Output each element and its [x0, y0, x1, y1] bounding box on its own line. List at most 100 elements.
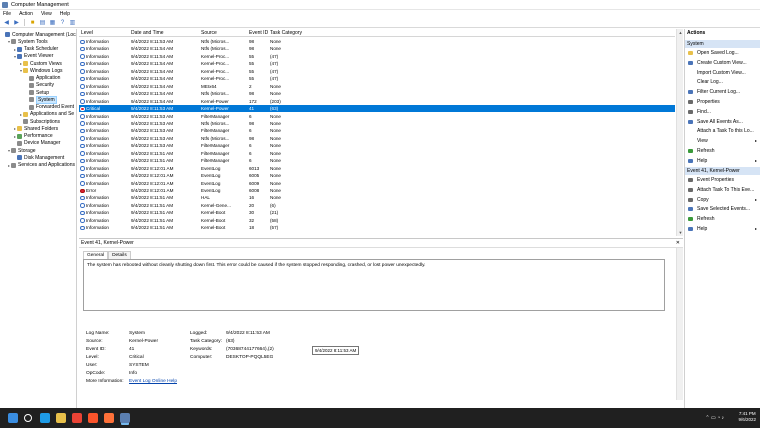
tree-item[interactable]: Device Manager	[13, 140, 60, 147]
tree-item[interactable]: ▸ Task Scheduler	[13, 46, 58, 53]
tree-item[interactable]: ▸ Services and Applications	[7, 162, 75, 169]
table-row[interactable]: Information 9/4/2022 8:11:53 AM FilterMana…	[79, 142, 675, 149]
column-source[interactable]: Source	[201, 30, 217, 36]
properties-icon[interactable]: ▦	[49, 19, 56, 26]
tree-item[interactable]: Disk Management	[13, 154, 64, 161]
cell-task: (47)	[270, 68, 279, 74]
search-icon[interactable]	[24, 414, 32, 422]
table-row[interactable]: Information 9/4/2022 8:11:54 AM Kernel-Pro…	[79, 75, 675, 82]
table-row[interactable]: Information 9/4/2022 8:12:01 AM EventLog 60…	[79, 180, 675, 187]
table-row[interactable]: Error 9/4/2022 8:12:01 AM EventLog 6008 None	[79, 187, 675, 194]
action-item[interactable]: Attach Task To This Eve...	[685, 186, 760, 194]
edge-icon[interactable]	[40, 413, 50, 423]
tree-item[interactable]: ▸ Shared Folders	[13, 125, 58, 132]
table-row[interactable]: Information 9/4/2022 8:12:01 AM EventLog 60…	[79, 165, 675, 172]
action-item[interactable]: Help ▸	[685, 157, 760, 165]
table-row[interactable]: Information 9/4/2022 8:11:53 AM Ntfs (Micr…	[79, 135, 675, 142]
action-item[interactable]: Attach a Task To this Lo...	[685, 127, 760, 135]
action-item[interactable]: Properties	[685, 98, 760, 106]
action-item[interactable]: Import Custom View...	[685, 69, 760, 77]
action-item[interactable]: Copy ▸	[685, 196, 760, 204]
tree-item[interactable]: Subscriptions	[19, 118, 60, 125]
column-task-category[interactable]: Task Category	[270, 30, 302, 36]
tree-item[interactable]: Security	[25, 82, 54, 89]
tab-details[interactable]: Details	[108, 251, 131, 259]
events-scrollbar[interactable]: ▲ ▼	[676, 29, 683, 236]
table-row[interactable]: Information 9/4/2022 8:11:51 AM FilterMana…	[79, 150, 675, 157]
menu-file[interactable]: File	[3, 11, 11, 17]
show-hide-action-pane-icon[interactable]: ▥	[69, 19, 76, 26]
tree-item[interactable]: System	[25, 95, 57, 104]
table-row[interactable]: Information 9/4/2022 8:11:54 AM Ntfs (Micr…	[79, 90, 675, 97]
close-icon[interactable]: ✕	[676, 239, 680, 248]
table-row[interactable]: Information 9/4/2022 8:11:51 AM FilterMana…	[79, 157, 675, 164]
actions-section-header[interactable]: Event 41, Kernel-Power	[685, 167, 760, 175]
back-icon[interactable]: ◀	[3, 19, 10, 26]
table-row[interactable]: Information 9/4/2022 8:11:54 AM Ntfs (Micr…	[79, 45, 675, 52]
scroll-down-icon[interactable]: ▼	[677, 229, 683, 236]
chrome-icon[interactable]	[72, 413, 82, 423]
cell-source: Kernel-Boot	[201, 217, 226, 223]
tree-item[interactable]: Computer Management (Local	[1, 31, 76, 38]
actions-section-header[interactable]: System	[685, 40, 760, 48]
table-row[interactable]: Information 9/4/2022 8:11:53 AM FilterMana…	[79, 113, 675, 120]
action-item[interactable]: Save Selected Events...	[685, 205, 760, 213]
action-item[interactable]: Save All Events As...	[685, 118, 760, 126]
tree-item[interactable]: ▸ Custom Views	[19, 60, 62, 67]
brave-icon[interactable]	[88, 413, 98, 423]
column-level[interactable]: Level	[81, 30, 93, 36]
firefox-icon[interactable]	[104, 413, 114, 423]
table-row[interactable]: Information 9/4/2022 8:11:53 AM FilterMana…	[79, 127, 675, 134]
taskbar-clock[interactable]: 7:41 PM 9/6/2022	[738, 411, 756, 423]
action-item[interactable]: Refresh	[685, 215, 760, 223]
detail-scrollbar[interactable]	[676, 248, 683, 400]
action-item[interactable]: Refresh	[685, 147, 760, 155]
forward-icon[interactable]: ▶	[13, 19, 20, 26]
table-row[interactable]: Information 9/4/2022 8:11:51 AM Kernel-Boo…	[79, 217, 675, 224]
action-item[interactable]: Clear Log...	[685, 78, 760, 86]
action-item[interactable]: Create Custom View...	[685, 59, 760, 67]
system-tray-icons[interactable]: ⌃ ▭ ◔ ♪	[705, 415, 724, 421]
scroll-up-icon[interactable]: ▲	[677, 29, 683, 36]
table-row[interactable]: Critical 9/4/2022 8:11:53 AM Kernel-Power 4…	[79, 105, 675, 113]
table-row[interactable]: Information 9/4/2022 8:11:51 AM Kernel-Boo…	[79, 224, 675, 231]
table-row[interactable]: Information 9/4/2022 8:12:01 AM EventLog 60…	[79, 172, 675, 179]
table-row[interactable]: Information 9/4/2022 8:11:54 AM Kernel-Pro…	[79, 68, 675, 75]
table-row[interactable]: Information 9/4/2022 8:11:51 AM Kernel-Gen…	[79, 202, 675, 209]
action-item[interactable]: Filter Current Log...	[685, 88, 760, 96]
table-row[interactable]: Information 9/4/2022 8:11:54 AM Kernel-Pro…	[79, 53, 675, 60]
table-row[interactable]: Information 9/4/2022 8:11:54 AM Kernel-Pro…	[79, 60, 675, 67]
action-item[interactable]: Find...	[685, 108, 760, 116]
table-row[interactable]: Information 9/4/2022 8:11:53 AM Ntfs (Micr…	[79, 120, 675, 127]
tree-item[interactable]: Application	[25, 75, 60, 82]
menu-action[interactable]: Action	[19, 11, 33, 17]
action-item[interactable]: Event Properties	[685, 176, 760, 184]
menu-view[interactable]: View	[41, 11, 52, 17]
column-event-id[interactable]: Event ID	[249, 30, 268, 36]
table-row[interactable]: Information 9/4/2022 8:11:51 AM Kernel-Boo…	[79, 209, 675, 216]
menu-help[interactable]: Help	[60, 11, 70, 17]
event-log-online-help-link[interactable]: Event Log Online Help	[129, 379, 177, 384]
show-hide-tree-icon[interactable]: ▤	[39, 19, 46, 26]
tree-item[interactable]: ▾ Event Viewer	[13, 53, 53, 60]
table-row[interactable]: Information 9/4/2022 8:11:54 AM MEIx64 2 Non…	[79, 83, 675, 90]
tree-item[interactable]: Forwarded Event	[25, 104, 74, 111]
column-date-time[interactable]: Date and Time	[131, 30, 164, 36]
windows-start-icon[interactable]	[8, 413, 18, 423]
tree-item[interactable]: ▸ Performance	[13, 133, 53, 140]
action-item[interactable]: Open Saved Log...	[685, 49, 760, 57]
action-item[interactable]: Help ▸	[685, 225, 760, 233]
computer-management-icon[interactable]	[120, 413, 130, 423]
file-explorer-icon[interactable]	[56, 413, 66, 423]
action-item[interactable]: View ▸	[685, 137, 760, 145]
tree-item[interactable]: ▾ System Tools	[7, 38, 48, 45]
table-row[interactable]: Information 9/4/2022 8:11:53 AM Ntfs (Micr…	[79, 38, 675, 45]
up-folder-icon[interactable]: ■	[29, 19, 36, 26]
help-icon[interactable]: ?	[59, 19, 66, 26]
tree-item[interactable]: ▾ Windows Logs	[19, 67, 63, 74]
tab-general[interactable]: General	[83, 251, 109, 259]
table-row[interactable]: Information 9/4/2022 8:11:51 AM HAL 16 None	[79, 194, 675, 201]
table-row[interactable]: Information 9/4/2022 8:11:54 AM Kernel-Pow…	[79, 98, 675, 105]
tree-item[interactable]: ▸ Applications and Se	[19, 111, 74, 118]
tree-item[interactable]: ▾ Storage	[7, 147, 36, 154]
